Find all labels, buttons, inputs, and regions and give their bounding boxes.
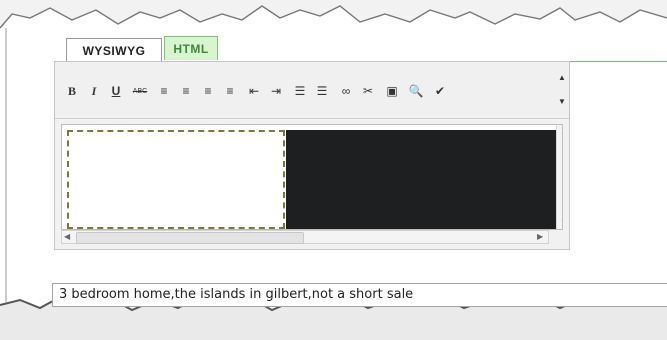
toolbar-overflow-down-icon[interactable]: ▼ [553,92,571,110]
scrollbar-thumb[interactable] [76,232,304,244]
tab-wysiwyg[interactable]: WYSIWYG [66,38,162,62]
numbered-list-icon[interactable]: ☰ [313,82,331,100]
dark-image[interactable] [286,130,556,229]
outdent-icon[interactable]: ⇤ [245,82,263,100]
align-right-icon[interactable]: ≡ [199,82,217,100]
indent-icon[interactable]: ⇥ [267,82,285,100]
horizontal-scrollbar[interactable]: ◀ ▶ [61,230,549,244]
scroll-down-icon[interactable]: ▼ [560,218,562,228]
insert-image-icon[interactable]: ▣ [383,82,401,100]
underline-icon[interactable]: U [107,82,125,100]
align-center-icon[interactable]: ≡ [177,82,195,100]
scroll-right-icon[interactable]: ▶ [537,232,543,242]
vertical-scrollbar[interactable]: ▲ ▼ [556,125,562,229]
align-left-icon[interactable]: ≡ [155,82,173,100]
editor-content-area[interactable]: ▲ ▼ [61,124,563,230]
bullet-list-icon[interactable]: ☰ [291,82,309,100]
scroll-left-icon[interactable]: ◀ [64,232,70,242]
italic-icon[interactable]: I [85,82,103,100]
unlink-icon[interactable]: ✂ [359,82,377,100]
toolbar-overflow-up-icon[interactable]: ▲ [553,68,571,86]
spellcheck-icon[interactable]: ✔ [431,82,449,100]
placeholder-image[interactable] [67,130,285,229]
bold-icon[interactable]: B [63,82,81,100]
preview-icon[interactable]: 🔍 [407,82,425,100]
description-field[interactable]: 3 bedroom home,the islands in gilbert,no… [52,283,667,307]
tab-html[interactable]: HTML [164,36,218,60]
link-icon[interactable]: ∞ [337,82,355,100]
rich-text-editor: ▲ ▼ BIUABC≡≡≡≡⇤⇥☰☰∞✂▣🔍✔ ▲ ▼ ◀ ▶ [54,61,570,250]
scroll-up-icon[interactable]: ▲ [560,127,562,137]
strikethrough-icon[interactable]: ABC [131,82,149,100]
align-justify-icon[interactable]: ≡ [221,82,239,100]
editor-toolbar: ▲ ▼ B I U ABC ≡ ≡ ≡ ≡ ⇤ ⇥ ☰ ☰ ∞ ✂ ▣ 🔍 ✔ [55,62,569,119]
